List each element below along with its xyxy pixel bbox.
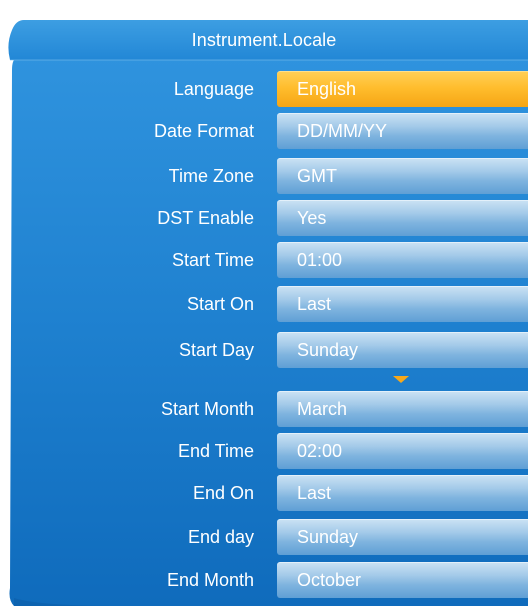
setting-value-field[interactable]: Yes (277, 200, 528, 236)
setting-value-field[interactable]: Sunday (277, 519, 528, 555)
setting-value-field[interactable]: DD/MM/YY (277, 113, 528, 149)
setting-label: Start Month (160, 399, 254, 419)
setting-label: End day (187, 527, 254, 547)
setting-label: Start On (186, 294, 254, 314)
setting-value-field[interactable]: October (277, 562, 528, 598)
setting-value-field[interactable]: 02:00 (277, 433, 528, 469)
setting-label: End Month (166, 570, 254, 590)
setting-value-field[interactable]: Last (277, 475, 528, 511)
locale-panel: Instrument.Locale Language English Date Fo… (0, 0, 528, 610)
setting-value-field[interactable]: 01:00 (277, 242, 528, 278)
setting-label: Time Zone (168, 166, 254, 186)
setting-value-field[interactable]: Sunday (277, 332, 528, 368)
setting-value-field[interactable]: March (277, 391, 528, 427)
setting-value-field[interactable]: GMT (277, 158, 528, 194)
setting-value-field[interactable]: Last (277, 286, 528, 322)
settings-list: Language English Date Format DD/MM/YY Time Z… (0, 0, 528, 610)
setting-label: Start Time (171, 250, 254, 270)
setting-label: Date Format (153, 121, 254, 141)
setting-label: Language (173, 79, 254, 99)
setting-label: End On (192, 483, 254, 503)
setting-label: Start Day (178, 340, 254, 360)
setting-value-field[interactable]: English (277, 71, 528, 107)
setting-label: DST Enable (157, 208, 254, 228)
setting-label: End Time (177, 441, 254, 461)
scroll-down-icon[interactable] (393, 376, 409, 383)
